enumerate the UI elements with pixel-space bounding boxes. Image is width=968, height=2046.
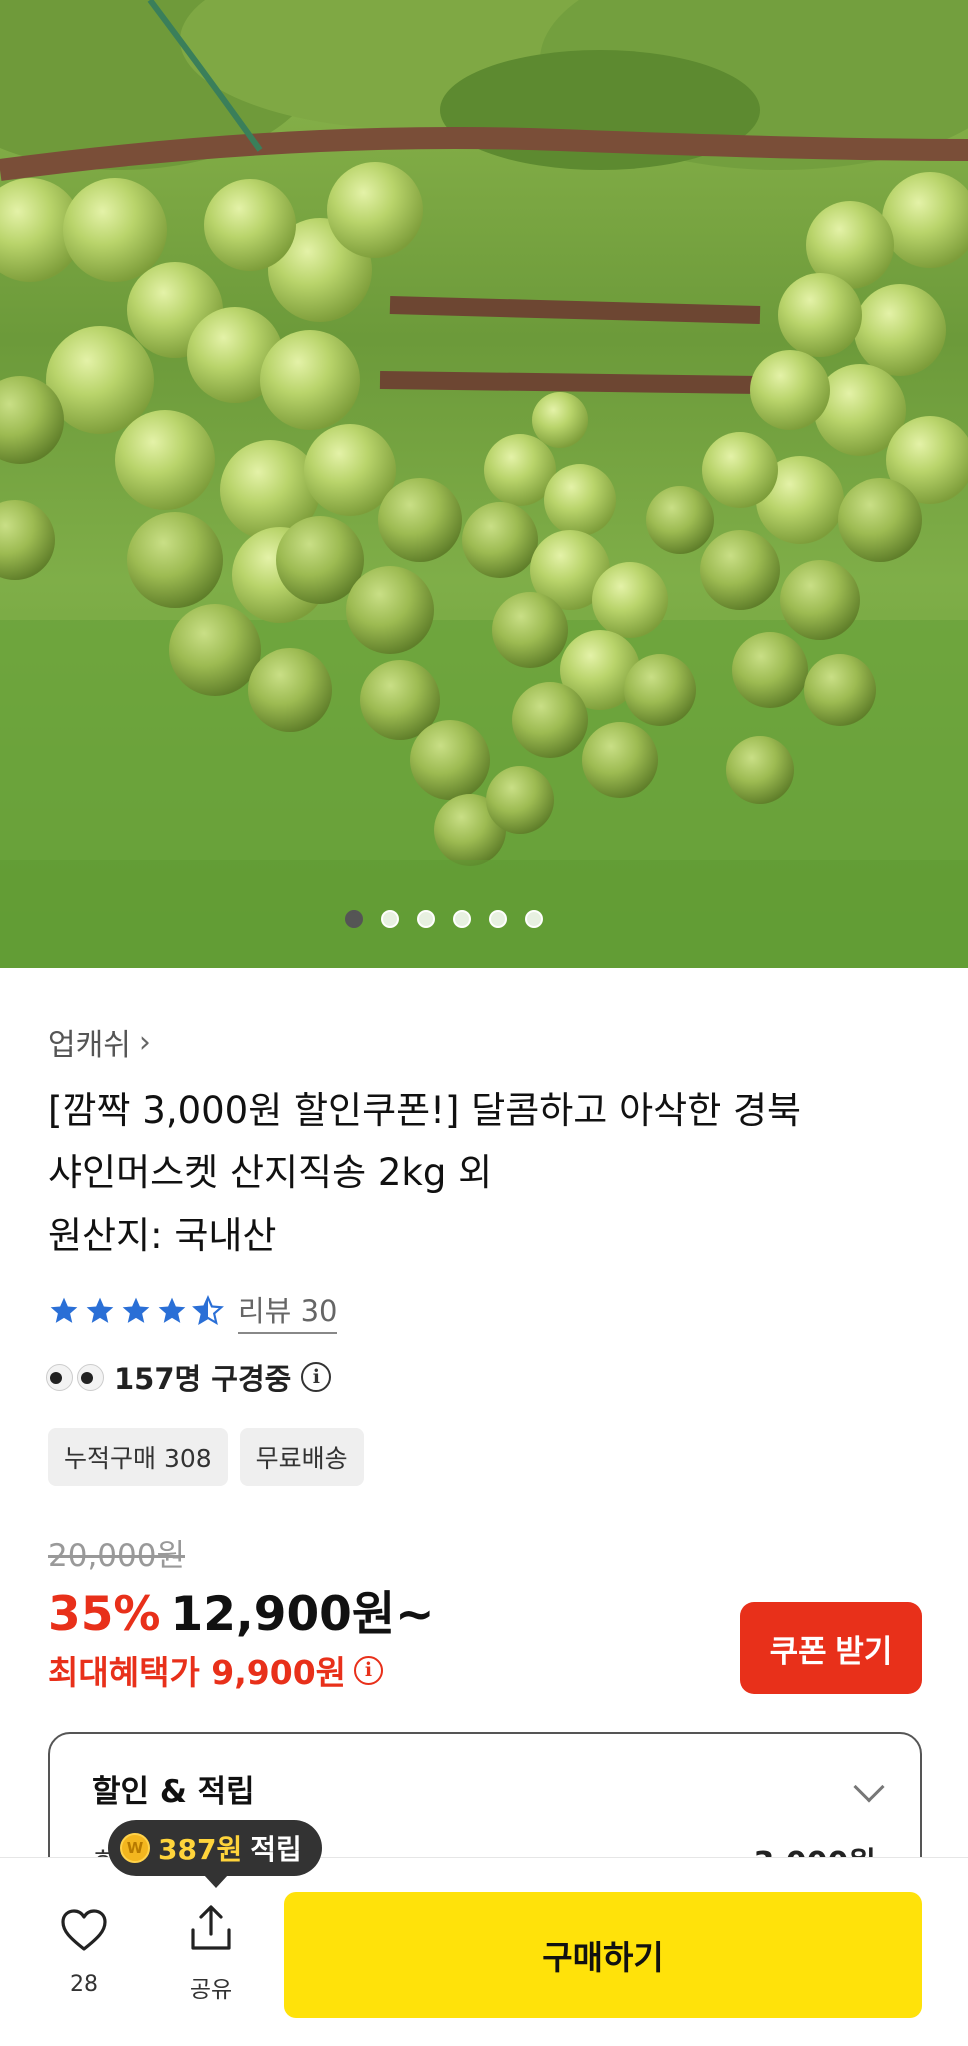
rating-stars[interactable]: 리뷰 30 bbox=[48, 1288, 338, 1334]
price-row: 35% 12,900원~ bbox=[48, 1575, 435, 1644]
discount-rate: 35% bbox=[48, 1587, 161, 1642]
grape-photo bbox=[0, 0, 968, 968]
accordion-title: 할인 & 적립 bbox=[92, 1774, 255, 1810]
product-title-line: [깜짝 3,000원 할인쿠폰!] 달콤하고 아삭한 경북 bbox=[48, 1089, 802, 1132]
viewers-count: 157명 구경중 bbox=[114, 1362, 292, 1396]
gallery-pagination bbox=[0, 910, 928, 928]
sale-price: 12,900원~ bbox=[170, 1587, 435, 1642]
seller-link[interactable]: 업캐쉬 › bbox=[48, 1020, 151, 1064]
buy-button[interactable]: 구매하기 bbox=[284, 1892, 922, 2018]
product-title-line: 샤인머스켓 산지직송 2kg 외 bbox=[48, 1151, 493, 1194]
wishlist-count: 28 bbox=[70, 1972, 98, 1997]
product-image-gallery[interactable] bbox=[0, 0, 968, 968]
coin-icon: W bbox=[120, 1833, 150, 1863]
chevron-right-icon: › bbox=[138, 1024, 151, 1060]
eyes-icon bbox=[46, 1363, 104, 1391]
get-coupon-button[interactable]: 쿠폰 받기 bbox=[740, 1602, 922, 1694]
points-tooltip: W 387원 적립 bbox=[108, 1820, 322, 1888]
info-icon[interactable]: i bbox=[354, 1655, 384, 1685]
star-full-icon bbox=[158, 1297, 186, 1323]
max-benefit-text: 최대혜택가 9,900원 bbox=[48, 1653, 347, 1692]
heart-icon bbox=[61, 1909, 107, 1951]
info-icon[interactable]: i bbox=[301, 1362, 332, 1392]
product-origin: 원산지: 국내산 bbox=[48, 1214, 277, 1257]
star-full-icon bbox=[122, 1297, 150, 1323]
share-label: 공유 bbox=[189, 1977, 233, 2003]
viewers-indicator: 157명 구경중 i bbox=[46, 1356, 332, 1398]
gallery-dot[interactable] bbox=[525, 910, 543, 928]
gallery-dot[interactable] bbox=[453, 910, 471, 928]
star-full-icon bbox=[86, 1297, 114, 1323]
chevron-down-icon[interactable] bbox=[853, 1771, 885, 1803]
star-full-icon bbox=[50, 1297, 78, 1323]
star-half-icon bbox=[192, 1295, 224, 1326]
share-button[interactable]: 공유 bbox=[176, 1904, 246, 2004]
points-amount: 387원 bbox=[158, 1833, 243, 1866]
product-tags: 누적구매 308 무료배송 bbox=[48, 1428, 364, 1486]
wishlist-button[interactable]: 28 bbox=[52, 1908, 116, 1997]
max-benefit-price: 최대혜택가 9,900원 i bbox=[48, 1646, 384, 1694]
review-count-link[interactable]: 리뷰 30 bbox=[238, 1288, 338, 1334]
points-suffix: 적립 bbox=[250, 1833, 302, 1866]
gallery-dot[interactable] bbox=[381, 910, 399, 928]
gallery-dot[interactable] bbox=[417, 910, 435, 928]
original-price: 20,000원 bbox=[48, 1538, 185, 1574]
gallery-dot[interactable] bbox=[489, 910, 507, 928]
share-icon bbox=[191, 1905, 231, 1950]
product-title: [깜짝 3,000원 할인쿠폰!] 달콤하고 아삭한 경북 샤인머스켓 산지직송… bbox=[48, 1080, 908, 1204]
bottom-action-bar: 28 공유 구매하기 bbox=[0, 1857, 968, 2046]
seller-name: 업캐쉬 bbox=[48, 1028, 131, 1063]
gallery-dot[interactable] bbox=[345, 910, 363, 928]
tag-free-shipping: 무료배송 bbox=[239, 1428, 364, 1486]
tag-cumulative-purchases: 누적구매 308 bbox=[48, 1428, 228, 1486]
